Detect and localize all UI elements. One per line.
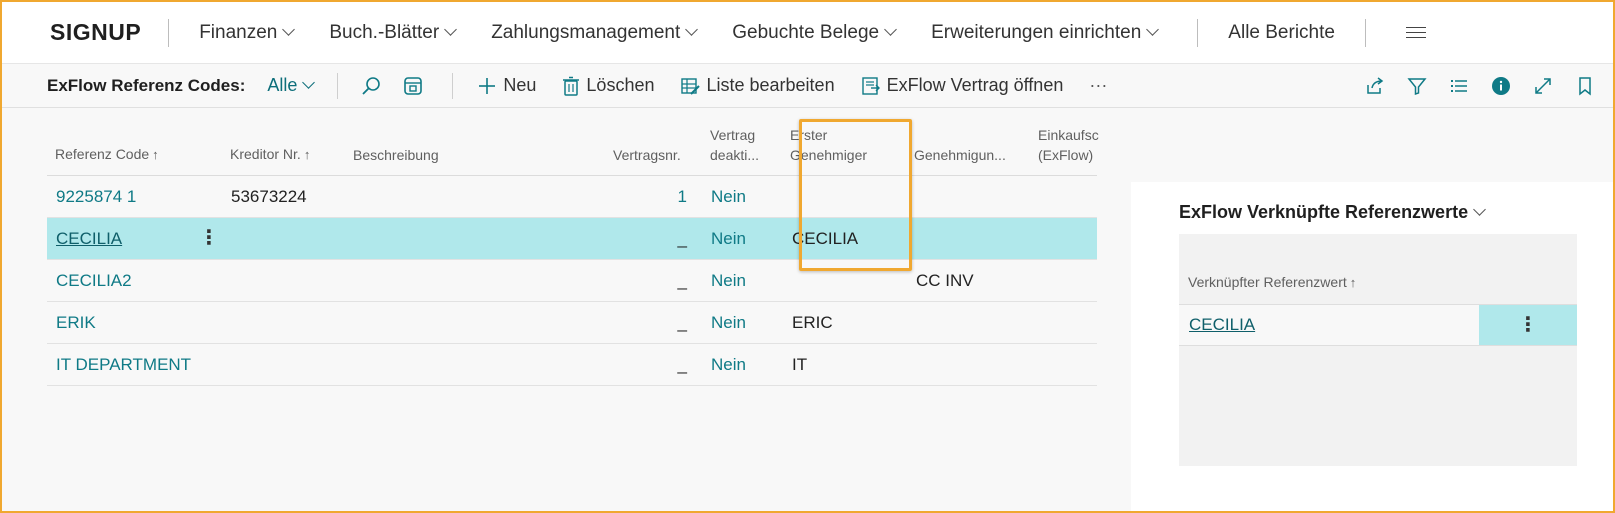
app-window: SIGNUP Finanzen Buch.-Blätter Zahlungsma… [0, 0, 1615, 513]
nav-separator [1197, 18, 1199, 47]
cell-vertragsnr[interactable]: 1 [607, 176, 687, 217]
new-button-label: Neu [503, 75, 537, 95]
cell-kreditor-nr: 53673224 [231, 187, 307, 206]
chevron-down-icon [444, 23, 458, 36]
expand-icon[interactable] [1533, 76, 1553, 96]
nav-separator [168, 18, 170, 47]
cell-vertrag-deaktiviert[interactable]: Nein [711, 344, 746, 385]
column-header-verknuepfter-referenzwert[interactable]: Verknüpfter Referenzwert ↑ [1188, 274, 1356, 290]
nav-item-gebuchte-belege[interactable]: Gebuchte Belege [732, 21, 897, 44]
cell-vertragsnr[interactable]: _ [607, 260, 687, 301]
list-view-icon[interactable] [1449, 76, 1469, 96]
page-title: ExFlow Referenz Codes: [47, 75, 246, 95]
right-toolbar [1343, 64, 1613, 108]
nav-item-label: Erweiterungen einrichten [931, 21, 1142, 43]
nav-item-buch-blaetter[interactable]: Buch.-Blätter [329, 21, 458, 44]
column-header-vertragsnr[interactable]: Vertragsnr. [613, 145, 681, 165]
trash-icon [563, 76, 580, 96]
chevron-down-icon [685, 23, 699, 36]
cell-vertragsnr[interactable]: _ [607, 344, 687, 385]
edit-list-button-label: Liste bearbeiten [706, 75, 835, 95]
cell-vertrag-deaktiviert[interactable]: Nein [711, 218, 746, 259]
nav-item-erweiterungen[interactable]: Erweiterungen einrichten [931, 21, 1160, 44]
cell-genehmigung: CC INV [916, 271, 974, 290]
search-icon [362, 76, 381, 95]
table-row[interactable]: 9225874 1 53673224 1 Nein [47, 176, 1097, 218]
cell-vertrag-deaktiviert[interactable]: Nein [711, 176, 746, 217]
share-icon[interactable] [1365, 76, 1385, 96]
cell-verknuepfter-referenzwert[interactable]: CECILIA [1189, 305, 1255, 345]
open-contract-button-label: ExFlow Vertrag öffnen [886, 75, 1064, 95]
info-icon[interactable] [1491, 76, 1511, 96]
column-header-kreditor-nr[interactable]: Kreditor Nr. ↑ [230, 144, 310, 165]
table-row[interactable]: ERIK _ Nein ERIC [47, 302, 1097, 344]
action-separator [452, 72, 454, 99]
cell-referenz-code[interactable]: CECILIA [56, 218, 122, 259]
analysis-icon [404, 76, 423, 95]
action-bar: ExFlow Referenz Codes: Alle Neu Löschen … [2, 64, 1613, 108]
cell-vertragsnr[interactable]: _ [607, 218, 687, 259]
nav-item-finanzen[interactable]: Finanzen [199, 21, 296, 44]
nav-item-label: Finanzen [199, 21, 278, 43]
top-navigation: SIGNUP Finanzen Buch.-Blätter Zahlungsma… [2, 2, 1613, 64]
column-header-genehmigung[interactable]: Genehmigun... [914, 145, 1014, 165]
cell-vertrag-deaktiviert[interactable]: Nein [711, 260, 746, 301]
company-name[interactable]: SIGNUP [50, 19, 141, 46]
table-row[interactable]: IT DEPARTMENT _ Nein IT [47, 344, 1097, 386]
cell-referenz-code[interactable]: ERIK [56, 302, 96, 343]
open-document-icon [861, 76, 880, 95]
nav-item-zahlungsmanagement[interactable]: Zahlungsmanagement [491, 21, 699, 44]
table-row-selected[interactable]: CECILIA ⋮ _ Nein CECILIA [47, 218, 1097, 260]
edit-list-button[interactable]: Liste bearbeiten [680, 75, 835, 96]
column-header-beschreibung[interactable]: Beschreibung [353, 145, 439, 165]
factbox-title-label: ExFlow Verknüpfte Referenzwerte [1179, 202, 1469, 222]
factbox-list: Verknüpfter Referenzwert ↑ CECILIA ⋮ [1179, 234, 1577, 466]
cell-vertragsnr[interactable]: _ [607, 302, 687, 343]
hamburger-menu-icon[interactable] [1405, 26, 1426, 39]
table-header: Referenz Code ↑ Kreditor Nr. ↑ Beschreibun… [47, 108, 1100, 176]
referenz-codes-list: Referenz Code ↑ Kreditor Nr. ↑ Beschreibun… [47, 108, 1100, 511]
delete-button[interactable]: Löschen [562, 75, 654, 96]
column-header-vertrag-deaktiviert[interactable]: Vertrag deakti... [710, 125, 770, 165]
cell-erster-genehmiger: IT [792, 355, 808, 374]
search-button[interactable] [360, 75, 388, 97]
plus-icon [479, 77, 496, 94]
edit-list-icon [681, 77, 701, 95]
factbox-pane: ExFlow Verknüpfte Referenzwerte Verknüpf… [1131, 182, 1613, 511]
chevron-down-icon [282, 23, 296, 36]
row-actions-kebab[interactable]: ⋮ [1479, 305, 1577, 345]
chevron-down-icon [1146, 23, 1160, 36]
action-separator [337, 72, 339, 99]
cell-erster-genehmiger: CECILIA [792, 229, 859, 248]
factbox-title[interactable]: ExFlow Verknüpfte Referenzwerte [1179, 202, 1486, 223]
cell-referenz-code[interactable]: CECILIA2 [56, 260, 132, 301]
nav-separator [1364, 18, 1366, 47]
new-button[interactable]: Neu [477, 75, 536, 96]
view-filter-dropdown[interactable]: Alle [267, 75, 316, 96]
nav-item-label: Gebuchte Belege [732, 21, 880, 43]
column-header-erster-genehmiger[interactable]: Erster Genehmiger [790, 125, 867, 165]
nav-item-alle-berichte[interactable]: Alle Berichte [1228, 22, 1335, 44]
more-options-button[interactable]: ··· [1089, 75, 1107, 96]
view-filter-label: Alle [267, 75, 298, 95]
column-header-einkauf[interactable]: Einkaufsc (ExFlow) [1038, 125, 1100, 165]
chevron-down-icon [302, 76, 316, 89]
filter-icon[interactable] [1407, 76, 1427, 96]
nav-item-label: Zahlungsmanagement [491, 21, 681, 43]
bookmark-icon[interactable] [1575, 76, 1595, 96]
chevron-down-icon [1473, 203, 1486, 216]
cell-vertrag-deaktiviert[interactable]: Nein [711, 302, 746, 343]
delete-button-label: Löschen [586, 75, 655, 95]
cell-referenz-code[interactable]: 9225874 1 [56, 176, 136, 217]
open-contract-button[interactable]: ExFlow Vertrag öffnen [861, 75, 1064, 96]
cell-erster-genehmiger: ERIC [792, 313, 833, 332]
row-actions-kebab[interactable]: ⋮ [199, 218, 219, 259]
cell-referenz-code[interactable]: IT DEPARTMENT [56, 344, 191, 385]
list-item[interactable]: CECILIA ⋮ [1179, 304, 1577, 346]
analysis-mode-button[interactable] [402, 75, 430, 97]
table-row[interactable]: CECILIA2 _ Nein CC INV [47, 260, 1097, 302]
chevron-down-icon [884, 23, 897, 36]
column-header-referenz-code[interactable]: Referenz Code ↑ [55, 144, 159, 165]
nav-item-label: Buch.-Blätter [329, 21, 440, 43]
